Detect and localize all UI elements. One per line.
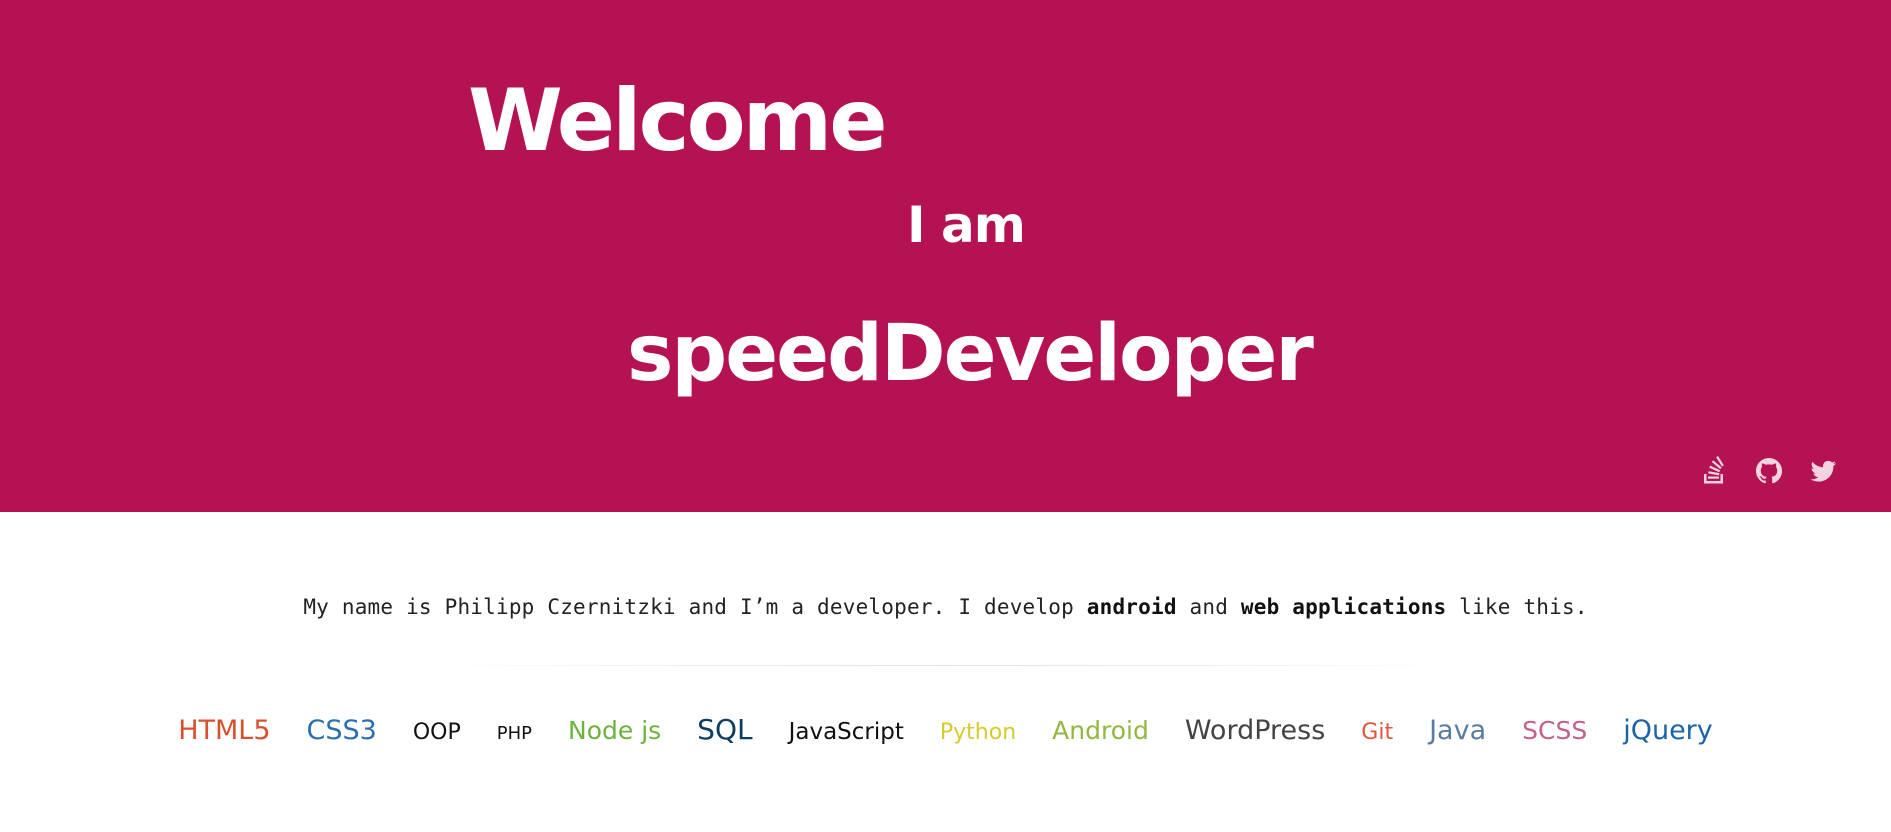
skill-git: Git xyxy=(1361,720,1394,745)
skill-android: Android xyxy=(1052,716,1149,745)
skill-java: Java xyxy=(1429,715,1487,746)
skill-javascript: JavaScript xyxy=(788,719,904,745)
skill-html5: HTML5 xyxy=(178,715,271,746)
github-link[interactable] xyxy=(1753,455,1785,487)
social-links xyxy=(1699,455,1839,487)
skills-list: HTML5 CSS3 OOP PHP Node js SQL JavaScrip… xyxy=(0,713,1891,746)
skill-php: PHP xyxy=(496,723,532,744)
intro-part-1: My name is Philipp Czernitzki and I’m a … xyxy=(303,595,1087,619)
skill-wordpress: WordPress xyxy=(1184,715,1326,746)
intro-part-3: like this. xyxy=(1446,595,1588,619)
hero-subtitle: I am xyxy=(907,196,1026,254)
intro-highlight-web: web applications xyxy=(1240,595,1447,619)
intro-text: My name is Philipp Czernitzki and I’m a … xyxy=(0,595,1891,619)
hero-role: speedDeveloper xyxy=(627,309,1314,399)
hero-banner: Welcome I am speedDeveloper xyxy=(0,0,1891,512)
intro-part-2: and xyxy=(1176,595,1241,619)
skill-oop: OOP xyxy=(412,720,461,745)
stackoverflow-icon xyxy=(1704,456,1724,484)
skill-sql: SQL xyxy=(697,713,753,746)
stackoverflow-link[interactable] xyxy=(1699,455,1731,487)
skill-nodejs: Node js xyxy=(568,716,662,745)
intro-highlight-android: android xyxy=(1086,595,1177,619)
skill-scss: SCSS xyxy=(1522,716,1588,745)
twitter-icon xyxy=(1810,460,1836,482)
github-icon xyxy=(1756,458,1782,484)
section-divider xyxy=(425,665,1465,666)
hero-title: Welcome xyxy=(468,71,888,171)
twitter-link[interactable] xyxy=(1807,455,1839,487)
skill-css3: CSS3 xyxy=(306,715,377,746)
skill-python: Python xyxy=(939,720,1017,745)
skill-jquery: jQuery xyxy=(1623,715,1713,746)
